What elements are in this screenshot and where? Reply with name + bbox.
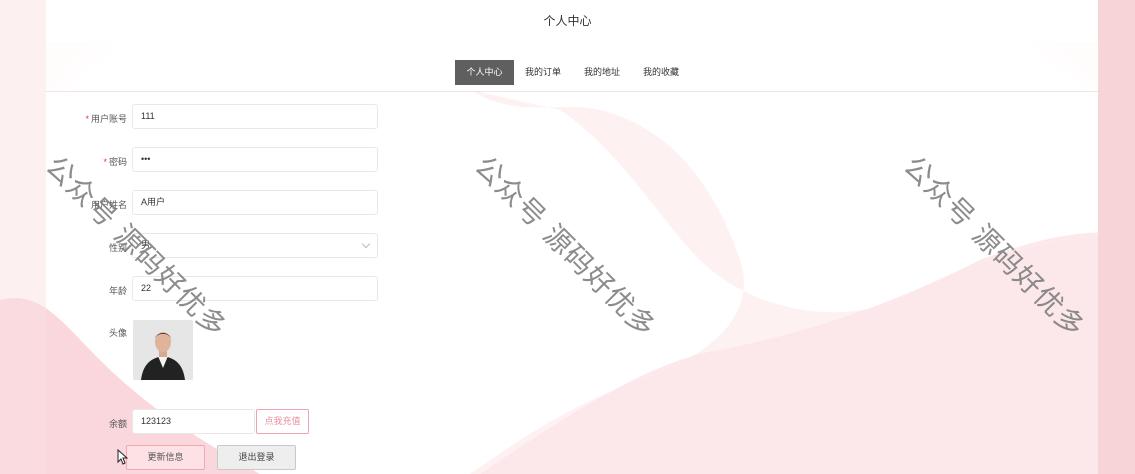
avatar-label: 头像 bbox=[108, 328, 127, 338]
profile-form: * 用户账号 111 * 密码 ••• 用户姓名 A用户 性别 男 年龄 22 头像… bbox=[0, 0, 1135, 474]
gender-value: 男 bbox=[141, 240, 151, 250]
chevron-down-icon bbox=[361, 239, 371, 249]
mouse-cursor-icon bbox=[117, 449, 129, 465]
gender-select[interactable]: 男 bbox=[132, 233, 378, 258]
avatar[interactable] bbox=[133, 320, 193, 380]
account-label: * 用户账号 bbox=[85, 114, 127, 124]
name-label: 用户姓名 bbox=[90, 200, 127, 210]
account-input[interactable]: 111 bbox=[132, 104, 378, 129]
balance-label: 余额 bbox=[108, 419, 127, 429]
password-label: * 密码 bbox=[103, 157, 127, 167]
avatar-image bbox=[133, 320, 193, 380]
update-info-button[interactable]: 更新信息 bbox=[126, 445, 205, 470]
logout-button[interactable]: 退出登录 bbox=[217, 445, 296, 470]
age-input[interactable]: 22 bbox=[132, 276, 378, 301]
age-label: 年龄 bbox=[108, 286, 127, 296]
balance-input[interactable]: 123123 bbox=[132, 409, 255, 434]
recharge-button[interactable]: 点我充值 bbox=[256, 409, 309, 434]
password-input[interactable]: ••• bbox=[132, 147, 378, 172]
gender-label: 性别 bbox=[108, 243, 127, 253]
name-input[interactable]: A用户 bbox=[132, 190, 378, 215]
